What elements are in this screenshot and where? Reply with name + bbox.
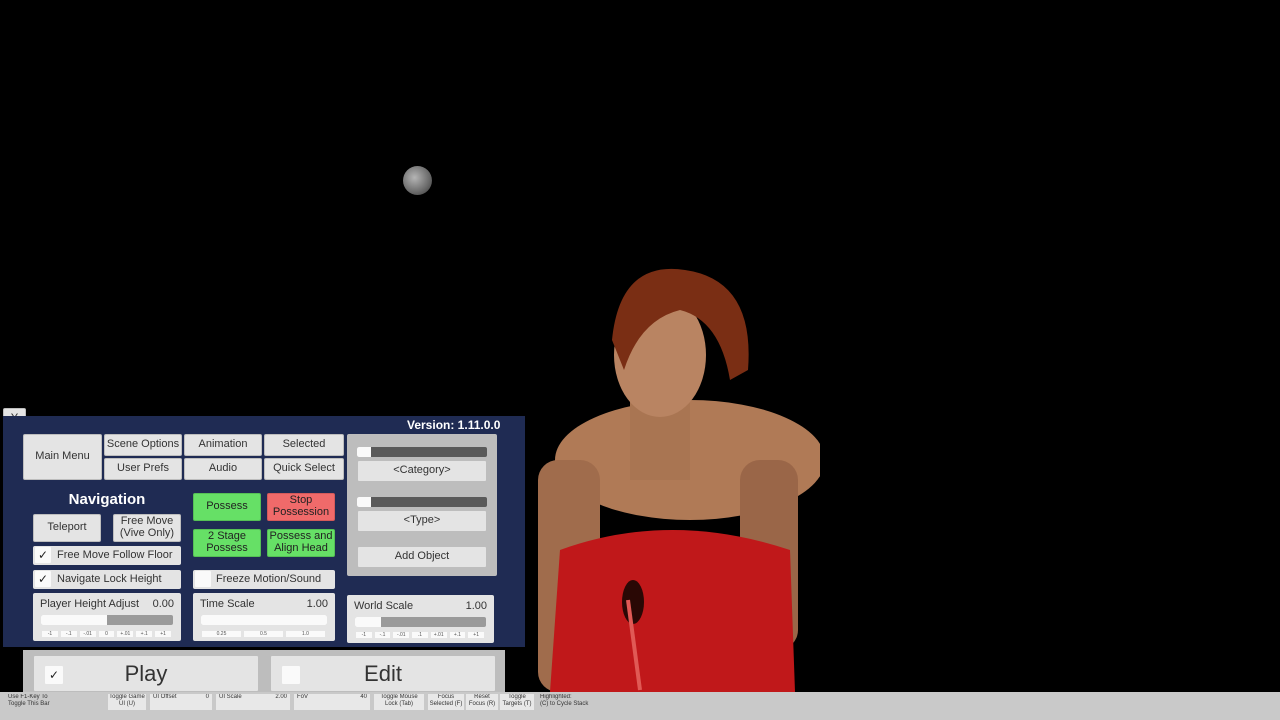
player-height-slider[interactable]: Player Height Adjust 0.00 -1 -.1 -.01 0 +.01… <box>33 593 181 641</box>
world-scale-steps: -1 -.1 -.01.1 +.01 +.1 +1 <box>355 632 486 638</box>
time-scale-step-button[interactable]: 0.25 <box>202 631 241 637</box>
tab-quick-select[interactable]: Quick Select <box>264 458 344 480</box>
check-icon: ✓ <box>35 547 51 563</box>
edit-checkbox <box>282 666 300 684</box>
category-scroll-thumb[interactable] <box>357 447 371 457</box>
player-height-value: 0.00 <box>152 598 174 610</box>
bottom-hotkey-bar: Use F1-Key To Toggle This Bar Toggle Gam… <box>0 692 1280 720</box>
world-scale-track[interactable] <box>355 617 486 627</box>
type-scroll[interactable] <box>357 497 487 507</box>
player-height-step-button[interactable]: +.1 <box>136 631 153 637</box>
type-scroll-thumb[interactable] <box>357 497 371 507</box>
category-scroll[interactable] <box>357 447 487 457</box>
freeze-motion-label: Freeze Motion/Sound <box>216 573 322 585</box>
teleport-button[interactable]: Teleport <box>33 514 101 542</box>
time-scale-label: Time Scale <box>200 598 255 610</box>
player-height-track[interactable] <box>41 615 173 625</box>
check-icon: ✓ <box>35 571 51 587</box>
character-figure[interactable] <box>520 260 820 692</box>
player-height-step-button[interactable]: +.01 <box>117 631 134 637</box>
free-move-button[interactable]: Free Move (Vive Only) <box>113 514 181 542</box>
ui-scale-label: UI Scale <box>219 694 242 700</box>
highlighted-status: Highlighted: (C) to Cycle Stack <box>540 694 589 707</box>
world-scale-step-button[interactable]: -.1 <box>374 632 391 638</box>
add-object-button[interactable]: Add Object <box>357 546 487 568</box>
lock-height-label: Navigate Lock Height <box>57 573 162 585</box>
focus-selected-button[interactable]: Focus Selected (F) <box>428 694 464 710</box>
tab-scene-options[interactable]: Scene Options <box>104 434 182 456</box>
world-scale-step-button[interactable]: .1 <box>412 632 428 638</box>
world-scale-slider[interactable]: World Scale 1.00 -1 -.1 -.01.1 +.01 +.1 +1 <box>347 595 494 643</box>
follow-floor-label: Free Move Follow Floor <box>57 549 173 561</box>
tab-main-menu[interactable]: Main Menu <box>23 434 102 480</box>
lock-height-toggle[interactable]: ✓ Navigate Lock Height <box>33 570 181 589</box>
play-label: Play <box>124 660 168 686</box>
follow-floor-toggle[interactable]: ✓ Free Move Follow Floor <box>33 546 181 565</box>
time-scale-step-button[interactable]: 1.0 <box>286 631 325 637</box>
fov-label: FoV <box>297 694 309 700</box>
type-dropdown[interactable]: <Type> <box>357 510 487 532</box>
world-scale-fill <box>355 617 382 627</box>
edit-button[interactable]: Edit <box>270 655 496 692</box>
checkbox-empty <box>195 571 211 587</box>
possess-button[interactable]: Possess <box>193 493 261 521</box>
time-scale-value: 1.00 <box>306 598 328 610</box>
tab-user-prefs[interactable]: User Prefs <box>104 458 182 480</box>
play-check-icon: ✓ <box>45 666 63 684</box>
world-scale-value: 1.00 <box>465 600 487 612</box>
ui-scale-value: 2.00 <box>275 694 287 700</box>
player-height-label: Player Height Adjust <box>40 598 140 610</box>
time-scale-track[interactable] <box>201 615 327 625</box>
world-scale-label: World Scale <box>354 600 414 612</box>
fov-slider[interactable]: FoV 40 <box>294 694 370 710</box>
play-button[interactable]: ✓ Play <box>33 655 259 692</box>
tab-animation[interactable]: Animation <box>184 434 262 456</box>
toggle-mouse-lock-button[interactable]: Toggle Mouse Lock (Tab) <box>374 694 424 710</box>
tab-selected[interactable]: Selected <box>264 434 344 456</box>
player-height-step-button[interactable]: +1 <box>155 631 171 637</box>
player-height-step-button[interactable]: -.01 <box>79 631 96 637</box>
toggle-targets-button[interactable]: Toggle Targets (T) <box>500 694 534 710</box>
toggle-bar-hint: Use F1-Key To Toggle This Bar <box>8 694 50 707</box>
stop-possession-button[interactable]: Stop Possession <box>267 493 335 521</box>
player-height-fill <box>41 615 107 625</box>
ui-offset-label: UI Offset <box>153 694 177 700</box>
time-scale-steps: 0.25 0.5 1.0 <box>201 631 327 637</box>
world-scale-step-button[interactable]: +.01 <box>430 632 447 638</box>
freeze-motion-toggle[interactable]: Freeze Motion/Sound <box>193 570 335 589</box>
light-orb <box>403 166 432 195</box>
player-height-step-button[interactable]: -.1 <box>60 631 77 637</box>
world-scale-step-button[interactable]: +.1 <box>449 632 466 638</box>
time-scale-step-button[interactable]: 0.5 <box>244 631 283 637</box>
tab-audio[interactable]: Audio <box>184 458 262 480</box>
possess-align-head-button[interactable]: Possess and Align Head <box>267 529 335 557</box>
player-height-steps: -1 -.1 -.01 0 +.01 +.1 +1 <box>41 631 173 637</box>
ui-scale-slider[interactable]: UI Scale 2.00 <box>216 694 290 710</box>
world-scale-step-button[interactable]: +1 <box>468 632 484 638</box>
edit-label: Edit <box>364 660 402 686</box>
version-label: Version: 1.11.0.0 <box>407 418 501 432</box>
category-dropdown[interactable]: <Category> <box>357 460 487 482</box>
world-scale-step-button[interactable]: -.01 <box>393 632 410 638</box>
toggle-game-ui-button[interactable]: Toggle Game UI (U) <box>108 694 146 710</box>
world-scale-step-button[interactable]: -1 <box>356 632 372 638</box>
ui-offset-slider[interactable]: UI Offset 0 <box>150 694 212 710</box>
fov-value: 40 <box>360 694 367 700</box>
two-stage-possess-button[interactable]: 2 Stage Possess <box>193 529 261 557</box>
reset-focus-button[interactable]: Reset Focus (R) <box>466 694 498 710</box>
player-height-step-button[interactable]: -1 <box>42 631 58 637</box>
player-height-step-button[interactable]: 0 <box>98 631 115 637</box>
time-scale-fill <box>201 615 327 625</box>
time-scale-slider[interactable]: Time Scale 1.00 0.25 0.5 1.0 <box>193 593 335 641</box>
navigation-heading: Navigation <box>68 491 146 508</box>
ui-offset-value: 0 <box>205 694 209 700</box>
